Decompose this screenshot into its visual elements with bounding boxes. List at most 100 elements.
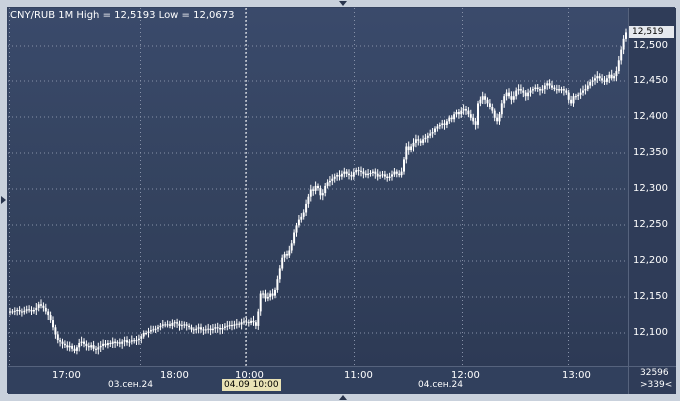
candle-body <box>479 99 482 104</box>
candle-body <box>371 171 374 173</box>
candle-body <box>59 340 62 342</box>
candle-body <box>173 322 176 324</box>
candle-body <box>613 76 616 79</box>
candle-body <box>235 323 238 325</box>
candle-body <box>121 341 124 344</box>
price-tick-label: 12,250 <box>633 219 668 230</box>
candle-body <box>555 89 558 91</box>
candle-body <box>276 279 279 290</box>
candle-body <box>398 173 401 176</box>
candle-body <box>438 124 441 127</box>
candle-body <box>233 324 236 326</box>
candle-body <box>417 139 420 141</box>
price-tick-label: 12,150 <box>633 291 668 302</box>
candle-body <box>32 310 35 312</box>
candle-body <box>152 329 155 331</box>
candle-body <box>610 74 613 79</box>
price-tick-label: 12,500 <box>633 40 668 51</box>
candle-body <box>338 175 341 177</box>
candle-body <box>486 99 489 104</box>
candle-body <box>584 89 587 91</box>
candle-body <box>539 89 541 91</box>
candle-body <box>488 103 491 107</box>
candle-body <box>106 343 109 346</box>
candle-body <box>135 340 138 342</box>
candle-body <box>510 96 513 100</box>
candle-body <box>137 338 140 341</box>
candle-body <box>207 328 210 330</box>
candle-body <box>228 325 231 327</box>
candle-body <box>393 171 396 175</box>
candle-body <box>102 343 105 346</box>
candle-body <box>565 90 568 93</box>
candle-body <box>309 189 312 197</box>
candle-body <box>336 175 339 177</box>
candle-body <box>123 340 126 342</box>
candle-body <box>302 212 305 217</box>
candle-body <box>297 219 300 226</box>
candle-body <box>11 311 14 313</box>
candle-body <box>97 347 100 350</box>
candle-body <box>30 310 33 312</box>
candle-body <box>111 341 114 344</box>
bottom-splitter-arrow-icon[interactable] <box>339 395 347 400</box>
candle-body <box>517 89 520 91</box>
candle-body <box>512 96 515 100</box>
candle-body <box>362 171 365 174</box>
candle-body <box>214 327 217 329</box>
candle-body <box>266 297 269 299</box>
candle-body <box>20 311 23 313</box>
candle-body <box>223 326 226 328</box>
candle-body <box>169 324 171 326</box>
candle-body <box>9 311 11 313</box>
candle-body <box>491 107 494 111</box>
chart-svg <box>1 1 628 400</box>
chart-title: CNY/RUB 1M High = 12,5193 Low = 12,0673 <box>10 10 235 21</box>
price-tick-label: 12,200 <box>633 255 668 266</box>
candle-body <box>49 315 52 321</box>
shift-indicator[interactable]: >339< <box>640 380 672 390</box>
candle-body <box>328 180 331 183</box>
candle-body <box>23 310 26 313</box>
candle-body <box>531 89 534 91</box>
candle-body <box>603 80 606 82</box>
candle-body <box>142 333 145 337</box>
candle-body <box>257 311 260 326</box>
candle-body <box>527 92 530 97</box>
candle-body <box>118 342 121 344</box>
candle-body <box>324 185 327 194</box>
candle-body <box>271 293 274 296</box>
candle-body <box>305 203 308 213</box>
date-label: 04.сен.24 <box>418 380 463 390</box>
candle-body <box>460 110 463 115</box>
left-splitter-arrow-icon[interactable] <box>1 196 6 204</box>
candle-body <box>534 87 537 89</box>
current-price-tag: 12,519 <box>629 26 674 38</box>
candle-body <box>477 103 479 125</box>
price-tick-label: 12,300 <box>633 183 668 194</box>
candle-body <box>622 38 625 50</box>
candle-body <box>75 347 78 351</box>
candle-body <box>551 85 553 88</box>
candle-body <box>605 78 608 82</box>
candle-body <box>601 78 604 81</box>
candle-body <box>548 83 551 86</box>
candle-body <box>348 173 350 176</box>
candle-body <box>154 328 157 330</box>
candle-body <box>503 96 506 104</box>
candle-body <box>431 132 434 134</box>
candle-body <box>617 60 620 72</box>
candle-body <box>422 139 425 143</box>
candle-body <box>25 309 28 311</box>
candle-body <box>190 327 193 330</box>
top-splitter-arrow-icon[interactable] <box>339 1 347 6</box>
candle-body <box>83 341 85 344</box>
candle-body <box>85 343 88 346</box>
candle-body <box>161 324 164 326</box>
candle-body <box>159 325 162 328</box>
candle-body <box>109 343 112 344</box>
candle-body <box>71 345 74 349</box>
candle-body <box>126 340 128 343</box>
candle-body <box>429 133 432 136</box>
candle-body <box>445 121 448 125</box>
